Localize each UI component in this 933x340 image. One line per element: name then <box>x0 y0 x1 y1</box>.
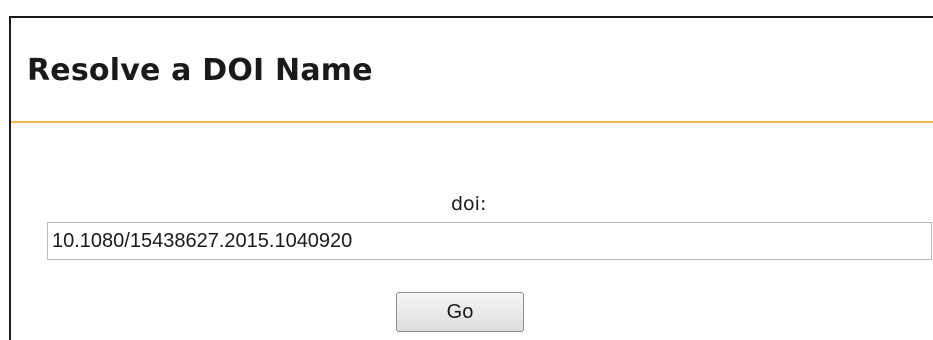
go-button[interactable]: Go <box>396 292 524 332</box>
title-divider <box>11 121 933 123</box>
panel-title: Resolve a DOI Name <box>27 53 373 88</box>
doi-label: doi: <box>451 193 487 215</box>
doi-resolver-panel: Resolve a DOI Name doi: Go <box>9 16 933 340</box>
doi-input[interactable] <box>47 222 932 260</box>
